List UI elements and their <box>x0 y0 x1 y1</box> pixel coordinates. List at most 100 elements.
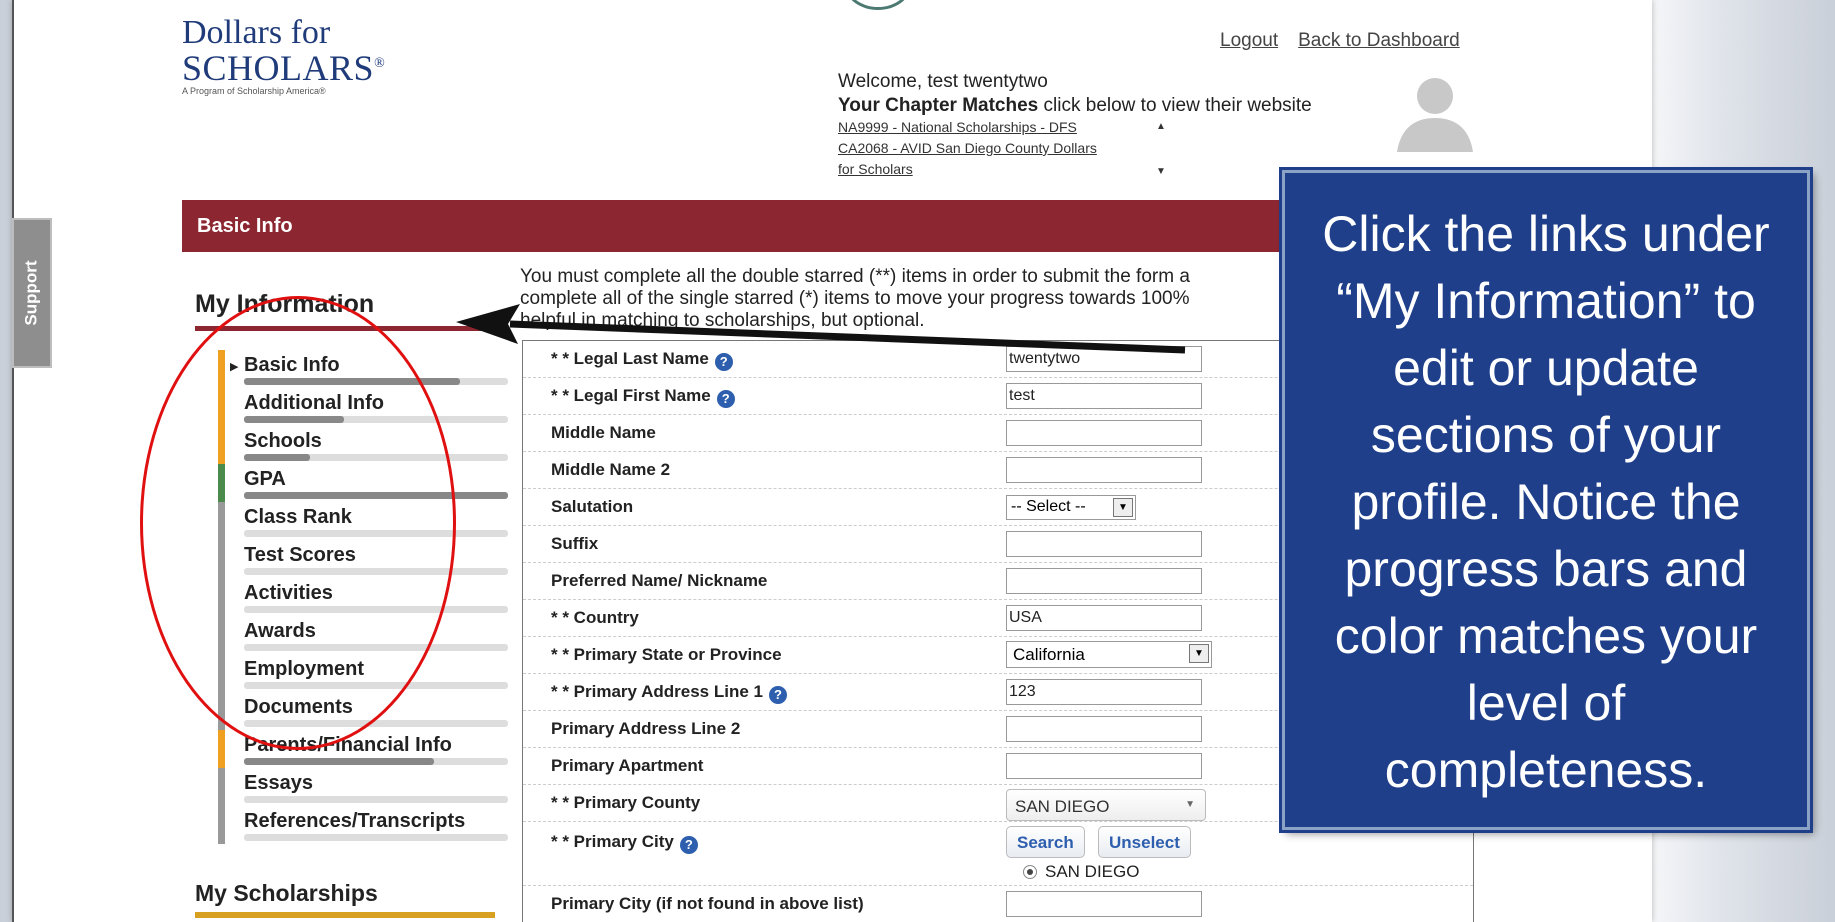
field-label: * * Country <box>551 608 639 628</box>
status-stripe <box>218 730 225 768</box>
progress-bar <box>244 834 508 841</box>
field-label-text: * * Primary Address Line 1 <box>551 682 763 701</box>
field-label: Suffix <box>551 534 598 554</box>
field-label: * * Primary State or Province <box>551 645 782 665</box>
city-option-label: SAN DIEGO <box>1045 862 1140 881</box>
chapter-match-link[interactable]: NA9999 - National Scholarships - DFS <box>838 117 1178 138</box>
callout-box: Click the links under “My Information” t… <box>1282 170 1810 830</box>
select-value: California <box>1013 645 1085 664</box>
unselect-button[interactable]: Unselect <box>1098 826 1191 858</box>
back-to-dashboard-link[interactable]: Back to Dashboard <box>1298 30 1460 51</box>
field-label-text: * * Primary City <box>551 832 674 851</box>
field-label-text: Primary City (if not found in above list… <box>551 894 864 913</box>
progress-bar <box>244 796 508 803</box>
annotation-ellipse <box>140 296 456 750</box>
status-stripe <box>218 768 225 806</box>
text-input[interactable] <box>1006 420 1202 446</box>
search-button[interactable]: Search <box>1006 826 1085 858</box>
progress-fill <box>244 758 435 765</box>
field-label-text: * * Primary State or Province <box>551 645 782 664</box>
chapter-matches-heading: Your Chapter Matches click below to view… <box>838 94 1312 118</box>
chapter-matches-rest: click below to view their website <box>1038 95 1312 116</box>
sidebar-item-label: Essays <box>244 772 313 794</box>
progress-bar <box>244 758 508 765</box>
heading-rule-2 <box>195 912 495 918</box>
field-label: Middle Name 2 <box>551 460 670 480</box>
logo-word: SCHOLARS <box>182 48 375 88</box>
field-label: Primary City (if not found in above list… <box>551 894 864 914</box>
logout-link[interactable]: Logout <box>1220 30 1278 51</box>
logo-line1: Dollars for <box>182 14 331 51</box>
instructions-line: You must complete all the double starred… <box>520 266 1190 287</box>
field-label: Preferred Name/ Nickname <box>551 571 767 591</box>
select-value: -- Select -- <box>1011 498 1086 515</box>
field-label-text: Primary Address Line 2 <box>551 719 741 738</box>
logo-mark: ® <box>374 56 386 71</box>
chapter-matches-bold: Your Chapter Matches <box>838 95 1039 116</box>
help-icon[interactable]: ? <box>768 686 787 704</box>
field-label: Middle Name <box>551 423 656 443</box>
county-value: SAN DIEGO <box>1015 797 1110 816</box>
logo[interactable]: Dollars for SCHOLARS® A Program of Schol… <box>182 14 386 97</box>
field-label: Primary Address Line 2 <box>551 719 740 739</box>
sidebar-item[interactable]: Essays <box>218 768 508 806</box>
field-label-text: Suffix <box>551 534 599 553</box>
welcome-text: Welcome, test twentytwo <box>838 71 1048 92</box>
field-label-text: Preferred Name/ Nickname <box>551 571 768 590</box>
field-label: * * Primary Address Line 1? <box>551 682 787 704</box>
select-dropdown[interactable]: California ▼ <box>1006 641 1212 668</box>
scroll-up-icon[interactable]: ▲ <box>1156 121 1166 132</box>
field-label-text: * * Legal First Name <box>551 386 711 405</box>
text-input[interactable]: test <box>1006 383 1202 409</box>
chapter-matches-list: NA9999 - National Scholarships - DFS CA2… <box>838 117 1178 181</box>
form-row: * * Primary City? Search Unselect SAN DIEGO <box>523 822 1473 886</box>
support-tab-label: Support <box>22 260 41 326</box>
my-scholarships-heading: My Scholarships <box>195 880 378 906</box>
dropdown-caret-icon: ▼ <box>1189 644 1209 663</box>
field-label-text: * * Primary County <box>551 793 701 812</box>
sidebar-item[interactable]: References/Transcripts <box>218 806 508 844</box>
top-links: Logout Back to Dashboard <box>1220 30 1480 52</box>
avatar-icon <box>1397 78 1473 152</box>
arrow-annotation <box>456 304 1186 354</box>
form-row: Primary City (if not found in above list… <box>523 886 1473 922</box>
field-label: * * Legal First Name? <box>551 386 735 408</box>
text-input[interactable] <box>1006 457 1202 483</box>
status-stripe <box>218 806 225 844</box>
help-icon[interactable]: ? <box>679 836 698 854</box>
callout-text: Click the links under “My Information” t… <box>1322 206 1770 798</box>
city-radio-option[interactable]: SAN DIEGO <box>1023 862 1139 882</box>
text-input[interactable] <box>1006 531 1202 557</box>
select-dropdown[interactable]: -- Select -- ▼ <box>1006 495 1136 520</box>
field-label-text: Primary Apartment <box>551 756 704 775</box>
field-label: * * Primary City? <box>551 832 698 854</box>
text-input[interactable]: 123 <box>1006 679 1202 705</box>
dropdown-caret-icon: ▼ <box>1113 498 1133 517</box>
dropdown-caret-icon: ▼ <box>1185 799 1195 810</box>
sidebar-item-label: References/Transcripts <box>244 810 466 832</box>
help-icon[interactable]: ? <box>716 390 735 408</box>
section-title-bar: Basic Info <box>182 200 1472 252</box>
field-label-text: Middle Name <box>551 423 656 442</box>
county-select[interactable]: SAN DIEGO ▼ <box>1006 789 1206 821</box>
text-input[interactable] <box>1006 753 1202 779</box>
chapter-match-link[interactable]: CA2068 - AVID San Diego County Dollars <box>838 138 1178 159</box>
field-label-text: Salutation <box>551 497 634 516</box>
field-label-text: Middle Name 2 <box>551 460 671 479</box>
support-tab[interactable]: Support <box>12 218 52 368</box>
field-label-text: * * Country <box>551 608 639 627</box>
left-rule <box>12 0 14 922</box>
text-input[interactable] <box>1006 716 1202 742</box>
radio-button[interactable] <box>1023 865 1037 879</box>
scroll-down-icon[interactable]: ▼ <box>1156 166 1166 177</box>
logo-line2: SCHOLARS® <box>182 48 386 86</box>
chapter-match-link[interactable]: for Scholars <box>838 159 1178 180</box>
welcome-block: Welcome, test twentytwo Your Chapter Mat… <box>838 70 1312 118</box>
section-title: Basic Info <box>197 215 293 237</box>
field-label: Primary Apartment <box>551 756 703 776</box>
text-input[interactable] <box>1006 568 1202 594</box>
text-input[interactable] <box>1006 891 1202 917</box>
matches-scrollbar[interactable]: ▲ ▼ <box>1150 117 1176 181</box>
field-label: Salutation <box>551 497 633 517</box>
text-input[interactable]: USA <box>1006 605 1202 631</box>
